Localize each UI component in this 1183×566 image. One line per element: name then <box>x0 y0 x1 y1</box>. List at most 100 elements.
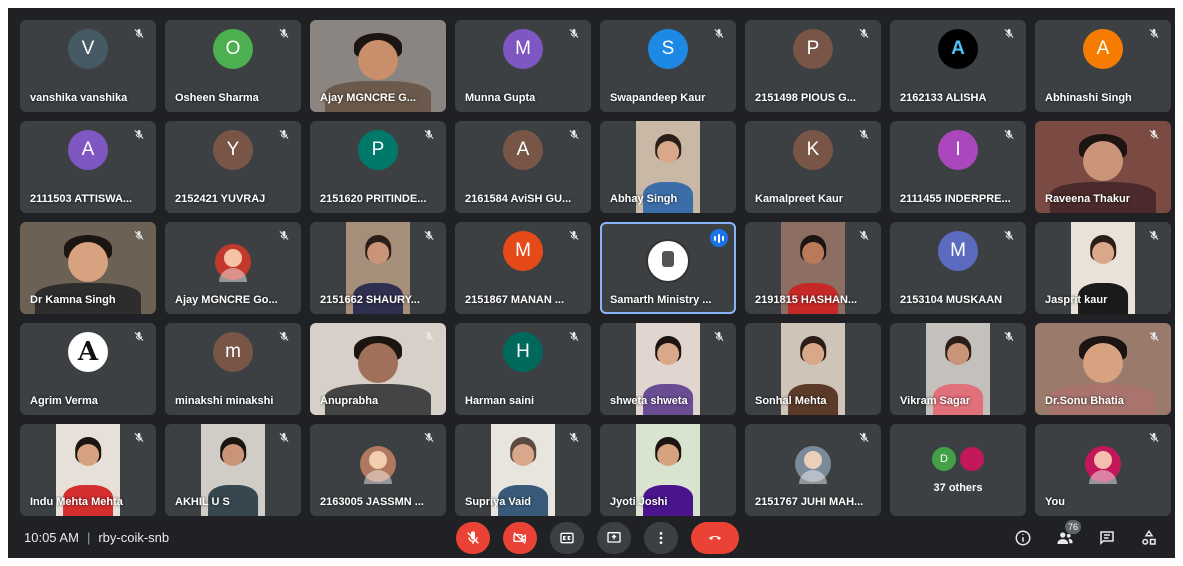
participant-name: 2161584 AviSH GU... <box>465 193 572 205</box>
participant-tile[interactable]: D 37 others <box>890 424 1026 516</box>
participant-tile[interactable]: K Kamalpreet Kaur <box>745 121 881 213</box>
participant-name: Jasprit kaur <box>1045 294 1108 306</box>
speaking-bar <box>714 235 716 241</box>
mic-muted-icon <box>132 128 146 142</box>
participant-name: Munna Gupta <box>465 92 536 104</box>
participant-tile[interactable]: A 2162133 ALISHA <box>890 20 1026 112</box>
participant-name: Dr Kamna Singh <box>30 294 116 306</box>
video-face <box>802 242 824 264</box>
participant-tile[interactable]: Jyoti Joshi <box>600 424 736 516</box>
video-face <box>512 444 534 466</box>
participant-tile[interactable]: Sonhal Mehta <box>745 323 881 415</box>
participant-name: Kamalpreet Kaur <box>755 193 844 205</box>
activities-icon <box>1142 529 1156 545</box>
participant-tile[interactable]: A 2111503 ATTISWA... <box>20 121 156 213</box>
participant-name: 2191815 HASHAN... <box>755 294 858 306</box>
participant-name: Harman saini <box>465 395 535 407</box>
participant-name: Ajay MGNCRE G... <box>320 92 416 104</box>
mic-muted-icon <box>857 229 871 243</box>
mic-muted-icon <box>422 128 436 142</box>
mic-muted-icon <box>857 128 871 142</box>
participant-tile[interactable]: Y 2152421 YUVRAJ <box>165 121 301 213</box>
leave-call-button[interactable] <box>691 522 739 554</box>
participant-tile[interactable]: M 2151867 MANAN ... <box>455 222 591 314</box>
mic-muted-icon <box>422 229 436 243</box>
participant-tile[interactable]: Samarth Ministry ... <box>600 222 736 314</box>
mic-muted-icon <box>1002 330 1016 344</box>
participant-tile[interactable]: P 2151498 PIOUS G... <box>745 20 881 112</box>
participant-tile[interactable]: I 2111455 INDERPRE... <box>890 121 1026 213</box>
participant-tile[interactable]: 2163005 JASSMN ... <box>310 424 446 516</box>
participant-tile[interactable]: You <box>1035 424 1171 516</box>
present-button[interactable] <box>597 522 631 554</box>
participant-tile[interactable]: Vikram Sagar <box>890 323 1026 415</box>
speaking-bar <box>718 233 720 243</box>
participant-name: vanshika vanshika <box>30 92 128 104</box>
speaking-indicator-icon <box>710 229 728 247</box>
chat-icon <box>1100 531 1114 546</box>
participant-name: 2111455 INDERPRE... <box>900 193 1011 205</box>
participant-tile[interactable]: 2151767 JUHI MAH... <box>745 424 881 516</box>
mic-muted-icon <box>857 431 871 445</box>
participant-avatar: m <box>213 332 253 373</box>
participant-tile[interactable]: H Harman saini <box>455 323 591 415</box>
participant-tile[interactable]: m minakshi minakshi <box>165 323 301 415</box>
participant-tile[interactable]: Ajay MGNCRE G... <box>310 20 446 112</box>
microphone-button[interactable] <box>456 522 490 554</box>
more-options-button[interactable] <box>644 522 678 554</box>
participant-tile[interactable]: A 2161584 AviSH GU... <box>455 121 591 213</box>
participant-tile[interactable]: Indu Mehta Mehta <box>20 424 156 516</box>
video-face <box>947 343 969 365</box>
participant-tile[interactable]: Supriya Vaid <box>455 424 591 516</box>
participant-tile[interactable]: S Swapandeep Kaur <box>600 20 736 112</box>
participant-name: 2153104 MUSKAAN <box>900 294 1003 306</box>
participant-name: Sonhal Mehta <box>755 395 827 407</box>
mic-muted-icon <box>132 229 146 243</box>
meeting-time: 10:05 AM <box>24 530 79 545</box>
mic-muted-icon <box>422 330 436 344</box>
participant-name: Abhay Singh <box>610 193 678 205</box>
participant-tile[interactable]: O Osheen Sharma <box>165 20 301 112</box>
participant-tile[interactable]: Jasprit kaur <box>1035 222 1171 314</box>
camera-button[interactable] <box>503 522 537 554</box>
meeting-details-button[interactable] <box>1009 524 1037 552</box>
participant-avatar: H <box>503 332 543 373</box>
people-button[interactable]: 76 <box>1051 520 1081 552</box>
mini-photo <box>960 447 984 471</box>
mic-muted-icon <box>1147 229 1161 243</box>
participant-tile[interactable]: Raveena Thakur <box>1035 121 1171 213</box>
mic-muted-icon <box>132 330 146 344</box>
participant-tile[interactable]: P 2151620 PRITINDE... <box>310 121 446 213</box>
participant-name: Swapandeep Kaur <box>610 92 706 104</box>
participant-tile[interactable]: Vvanshika vanshika <box>20 20 156 112</box>
participant-tile[interactable]: M 2153104 MUSKAAN <box>890 222 1026 314</box>
mini-avatar: D <box>932 447 956 471</box>
mic-muted-icon <box>567 27 581 41</box>
emblem-logo <box>646 238 690 283</box>
participant-name: Samarth Ministry ... <box>610 294 712 306</box>
participant-tile[interactable]: Ajay MGNCRE Go... <box>165 222 301 314</box>
participant-avatar: A <box>503 130 543 171</box>
participant-tile[interactable]: Dr.Sonu Bhatia <box>1035 323 1171 415</box>
participant-name: You <box>1045 496 1065 508</box>
participant-tile[interactable]: Dr Kamna Singh <box>20 222 156 314</box>
participant-tile[interactable]: A Abhinashi Singh <box>1035 20 1171 112</box>
participant-tile[interactable]: AKHIL U S <box>165 424 301 516</box>
participant-tile[interactable]: M Munna Gupta <box>455 20 591 112</box>
participant-name: 2163005 JASSMN ... <box>320 496 424 508</box>
participant-tile[interactable]: shweta shweta <box>600 323 736 415</box>
captions-button[interactable] <box>550 522 584 554</box>
participant-name: 2111503 ATTISWA... <box>30 193 133 205</box>
participant-avatar: I <box>938 130 978 171</box>
participant-avatar: M <box>938 231 978 272</box>
participant-tile[interactable]: 2191815 HASHAN... <box>745 222 881 314</box>
mic-muted-icon <box>857 27 871 41</box>
participant-tile[interactable]: 2151662 SHAURY... <box>310 222 446 314</box>
participant-name: minakshi minakshi <box>175 395 274 407</box>
participant-tile[interactable]: Abhay Singh <box>600 121 736 213</box>
participant-tile[interactable]: Anuprabha <box>310 323 446 415</box>
participant-tile[interactable]: A Agrim Verma <box>20 323 156 415</box>
chat-button[interactable] <box>1093 524 1121 552</box>
activities-button[interactable] <box>1135 524 1163 552</box>
mic-muted-icon <box>712 27 726 41</box>
